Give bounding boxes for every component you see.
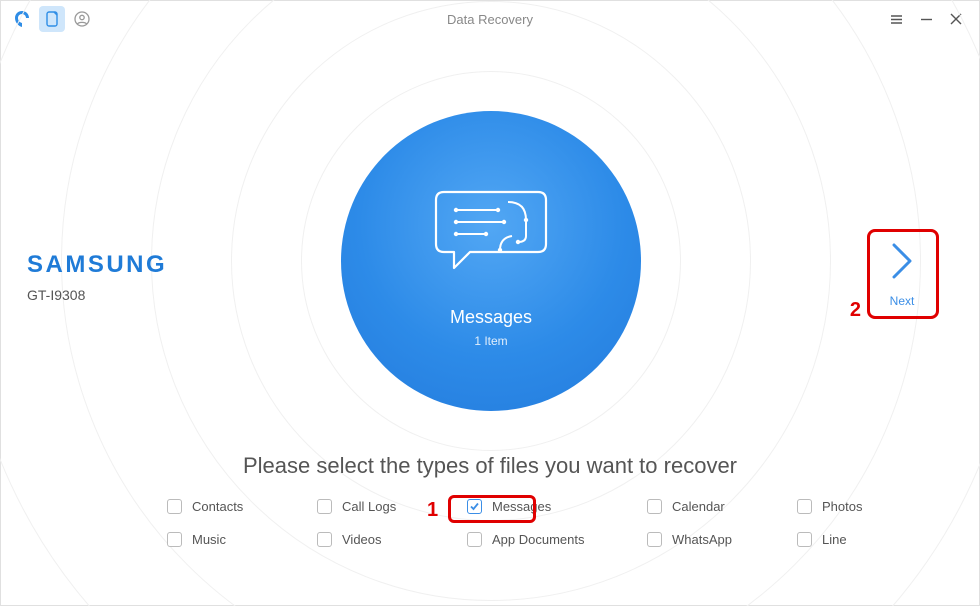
- next-button[interactable]: Next: [869, 233, 935, 315]
- window-title: Data Recovery: [1, 12, 979, 27]
- checkbox-icon: [797, 532, 812, 547]
- category-calendar[interactable]: Calendar: [647, 499, 787, 514]
- user-tab-icon[interactable]: [69, 6, 95, 32]
- titlebar-left: [1, 6, 95, 32]
- category-music[interactable]: Music: [167, 532, 307, 547]
- menu-icon[interactable]: [887, 10, 905, 28]
- category-videos[interactable]: Videos: [317, 532, 457, 547]
- category-label: Messages: [492, 499, 551, 514]
- checkbox-icon: [317, 499, 332, 514]
- data-recovery-tab-icon[interactable]: [39, 6, 65, 32]
- category-messages[interactable]: Messages: [467, 499, 637, 514]
- messages-icon: [426, 175, 556, 285]
- category-call-logs[interactable]: Call Logs: [317, 499, 457, 514]
- device-panel: SAMSUNG GT-I9308: [27, 251, 167, 303]
- category-label: WhatsApp: [672, 532, 732, 547]
- close-icon[interactable]: [947, 10, 965, 28]
- minimize-icon[interactable]: [917, 10, 935, 28]
- center-category-count: 1 Item: [474, 334, 507, 348]
- device-model: GT-I9308: [27, 287, 167, 303]
- checkbox-icon: [797, 499, 812, 514]
- category-label: Line: [822, 532, 847, 547]
- annotation-number-2: 2: [850, 299, 861, 322]
- checkbox-icon: [167, 532, 182, 547]
- device-brand: SAMSUNG: [27, 251, 167, 279]
- next-label: Next: [890, 294, 915, 308]
- titlebar: Data Recovery: [1, 1, 979, 37]
- chevron-right-icon: [888, 241, 916, 286]
- checkbox-icon: [317, 532, 332, 547]
- center-category-label: Messages: [450, 307, 532, 328]
- category-label: Calendar: [672, 499, 725, 514]
- categories-grid: Contacts Call Logs Messages Calendar Pho…: [167, 499, 839, 547]
- category-app-documents[interactable]: App Documents: [467, 532, 637, 547]
- category-label: Photos: [822, 499, 862, 514]
- checkbox-icon: [467, 499, 482, 514]
- center-category-circle: Messages 1 Item: [341, 111, 641, 411]
- checkbox-icon: [467, 532, 482, 547]
- category-contacts[interactable]: Contacts: [167, 499, 307, 514]
- window-controls: [887, 10, 979, 28]
- category-label: Videos: [342, 532, 382, 547]
- app-logo-icon[interactable]: [9, 6, 35, 32]
- category-photos[interactable]: Photos: [797, 499, 917, 514]
- category-label: Contacts: [192, 499, 243, 514]
- checkbox-icon: [167, 499, 182, 514]
- category-whatsapp[interactable]: WhatsApp: [647, 532, 787, 547]
- checkbox-icon: [647, 532, 662, 547]
- checkbox-icon: [647, 499, 662, 514]
- category-label: Music: [192, 532, 226, 547]
- category-label: Call Logs: [342, 499, 396, 514]
- instructions-text: Please select the types of files you wan…: [1, 453, 979, 479]
- category-line[interactable]: Line: [797, 532, 917, 547]
- category-label: App Documents: [492, 532, 585, 547]
